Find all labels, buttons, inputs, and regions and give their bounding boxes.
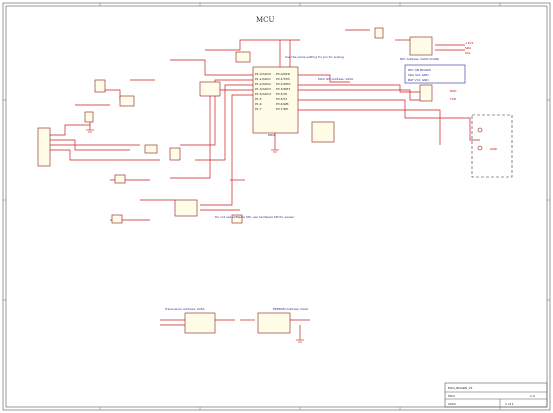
analog-note: Use the same setting for pin for analog bbox=[285, 55, 344, 59]
rtc-chip[interactable] bbox=[409, 36, 433, 56]
mcu-pin-left-label: P1.4/ADC4 bbox=[255, 92, 271, 96]
left-connector[interactable] bbox=[37, 127, 51, 167]
rtc-note-line-1: RTC ON BOARD bbox=[408, 68, 432, 72]
titleblock-company: MCU_BOARD_V1 bbox=[448, 386, 473, 390]
titleblock-sheet-title: MCU bbox=[448, 394, 455, 398]
rtc-note-box: RTC ON BOARD SDA SCL GND BAT VCC GND bbox=[404, 64, 466, 84]
mcu-pin-right-label: P3.4/T0 bbox=[276, 92, 287, 96]
net-vcc-label: +3V3 bbox=[465, 41, 473, 45]
mcu-pin-left-label: P1.3/ADC3 bbox=[255, 87, 271, 91]
mcu-i2c-note: MCU I2C Address: 0x5A bbox=[318, 77, 354, 81]
mcu-pin-right-label: P3.0/RXD bbox=[276, 72, 291, 76]
mcu-pin-right-label: P3.5/T1 bbox=[276, 97, 287, 101]
rtc-address-note: RTC Address: 0xD0 (0x68) bbox=[400, 57, 439, 61]
rtc-note-line-2: SDA SCL GND bbox=[408, 73, 429, 77]
titleblock-rev: 1.0 bbox=[530, 394, 535, 398]
level-shifter-chip[interactable] bbox=[419, 84, 433, 102]
sheet-title: MCU bbox=[256, 16, 275, 24]
sheet-inner-border bbox=[5, 5, 548, 408]
sensor-connector-box[interactable] bbox=[471, 114, 513, 178]
mcu-pin-right-label: P3.3/INT1 bbox=[276, 87, 291, 91]
rtc-note-line-3: BAT VCC GND bbox=[408, 78, 429, 82]
mcu-pin-left-label: P1.1/ADC1 bbox=[255, 77, 271, 81]
mcu-pin-left-label: P1.5 bbox=[255, 97, 262, 101]
sheet-border bbox=[2, 2, 551, 411]
mcu-pin-left-label: P1.7 bbox=[255, 107, 262, 111]
eeprom-chip[interactable] bbox=[257, 312, 291, 334]
net-gnd-label: GND bbox=[490, 147, 498, 151]
net-rxd-label: RXD bbox=[450, 89, 457, 93]
mcu-pin-left-label: P1.6 bbox=[255, 102, 262, 106]
net-scl-label: SCL bbox=[465, 51, 471, 55]
regulator-chip[interactable] bbox=[311, 121, 335, 143]
zone-ticks bbox=[3, 3, 550, 410]
titleblock-date: 2024 bbox=[448, 402, 456, 406]
transceiver-note: Transceiver Address: 0x6A bbox=[164, 307, 206, 311]
titleblock-sheet-no: 1 of 1 bbox=[505, 402, 514, 406]
mcu-pin-right-label: P3.6/WR bbox=[276, 102, 289, 106]
title-block: MCU_BOARD_V1 MCU 1.0 2024 1 of 1 bbox=[444, 382, 548, 408]
schematic-sheet: MCU MCU P1.0/ADC0P1.1/ADC1P1.2/ADC2P1.3/… bbox=[2, 2, 551, 411]
mcu-pin-right-label: P3.1/TXD bbox=[276, 77, 290, 81]
mcu-pin-left-label: P1.2/ADC2 bbox=[255, 82, 271, 86]
net-txd-label: TXD bbox=[449, 97, 457, 101]
mcu-pin-right-label: P3.7/RD bbox=[276, 107, 289, 111]
mcu-pin-left-label: P1.0/ADC0 bbox=[255, 72, 271, 76]
net-sda-label: SDA bbox=[465, 46, 472, 50]
mcu-label: MCU bbox=[268, 133, 275, 137]
spi-note: Do not use software SPI, use hardware SP… bbox=[215, 215, 295, 219]
mcu-pin-right-label: P3.2/INT0 bbox=[276, 82, 291, 86]
crystal[interactable] bbox=[374, 27, 384, 39]
transceiver-chip[interactable] bbox=[184, 312, 216, 334]
eeprom-note: EEPROM Address: 0xA0 bbox=[273, 307, 308, 311]
net-labels: +3V3 SDA SCL RXD TXD GND bbox=[449, 41, 498, 151]
